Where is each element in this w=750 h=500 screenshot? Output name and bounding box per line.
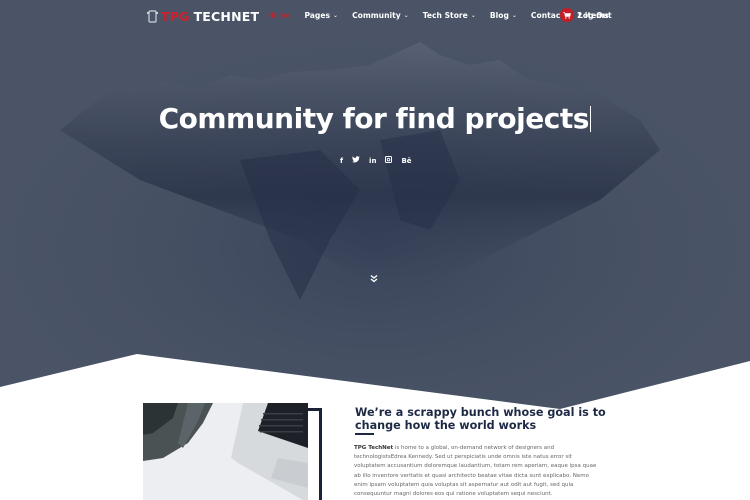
about-body-text: is home to a global, on-demand network o… <box>354 445 597 498</box>
photo-frame-accent <box>319 408 322 500</box>
laptop-photo <box>143 403 308 500</box>
heading-underline <box>355 433 374 435</box>
about-body: TPG TechNet is home to a global, on-dema… <box>354 444 604 499</box>
about-heading: We’re a scrappy bunch whose goal is to c… <box>355 406 606 432</box>
hero-section: TPG TECHNET Home Pages ⌄ Community ⌄ Tech … <box>0 0 750 412</box>
company-name: TPG TechNet <box>354 445 394 451</box>
section-divider-shape <box>0 354 750 412</box>
